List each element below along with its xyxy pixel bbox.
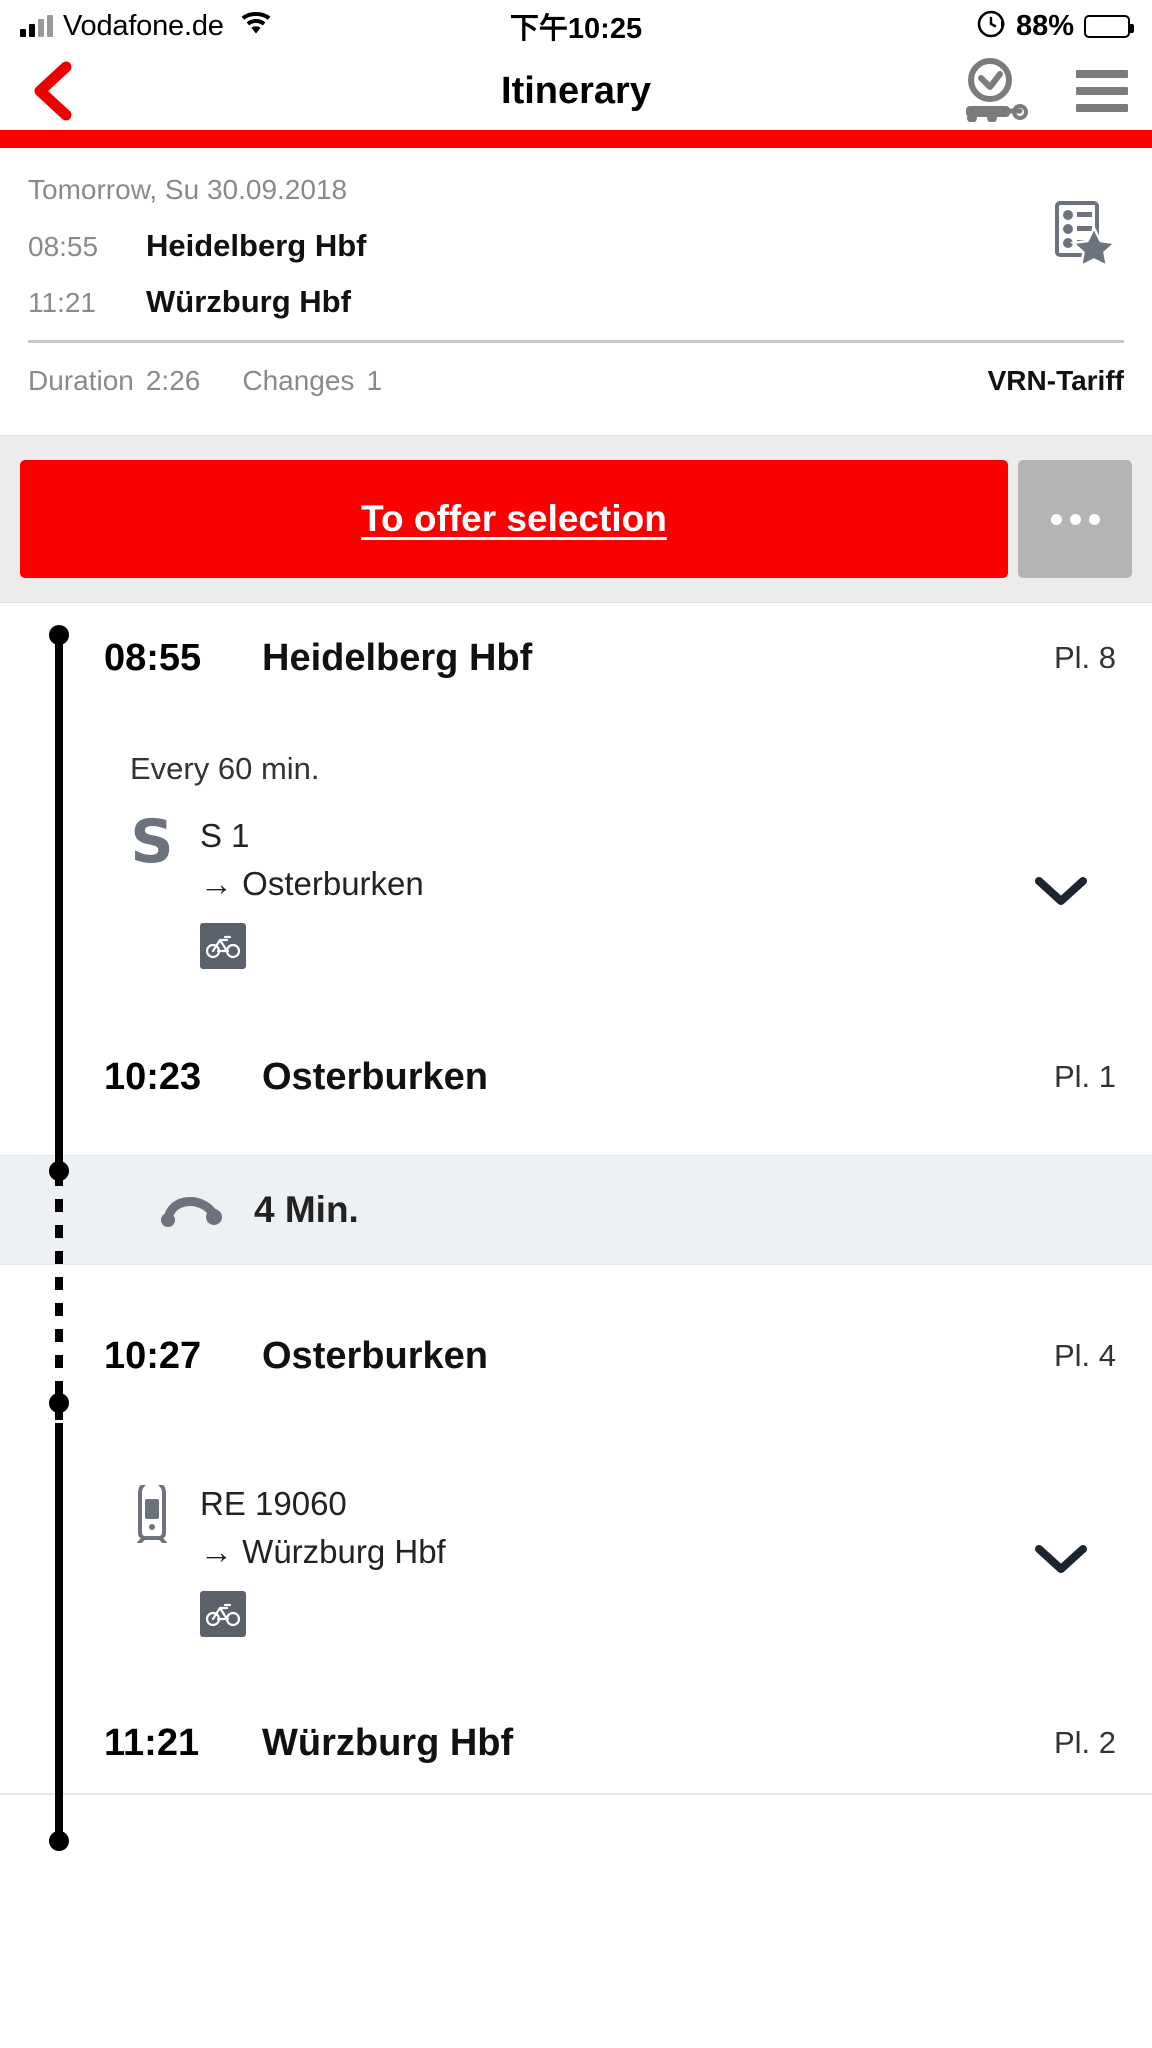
- leg-info: S 1 → Osterburken: [200, 813, 1006, 969]
- rotation-lock-icon: [976, 9, 1006, 44]
- timeline-node: [49, 1161, 69, 1181]
- bicycle-icon: [200, 923, 246, 969]
- stop-platform: Pl. 2: [1053, 1725, 1116, 1760]
- timeline-node: [49, 1831, 69, 1851]
- changes-label: Changes: [242, 365, 355, 396]
- stop-name: Osterburken: [262, 1055, 488, 1098]
- summary-departure-station: Heidelberg Hbf: [146, 228, 367, 263]
- battery-icon: [1084, 14, 1134, 38]
- timeline-stop-row[interactable]: 10:27 Osterburken Pl. 4: [0, 1303, 1152, 1409]
- summary-departure-time: 08:55: [28, 231, 99, 262]
- bicycle-icon: [200, 1591, 246, 1637]
- journey-leg: RE 19060 → Würzburg Hbf: [0, 1409, 1152, 1693]
- stop-platform: Pl. 8: [1053, 640, 1116, 675]
- stop-time: 08:55: [104, 636, 202, 679]
- to-offer-selection-button[interactable]: To offer selection: [20, 460, 1008, 578]
- brand-red-rule: [0, 130, 1152, 148]
- hamburger-menu-icon[interactable]: [1076, 70, 1128, 112]
- leg-destination: → Würzburg Hbf: [200, 1533, 446, 1570]
- timeline-stop-row[interactable]: 08:55 Heidelberg Hbf Pl. 8: [0, 603, 1152, 713]
- leg-frequency: Every 60 min.: [130, 751, 320, 786]
- chevron-down-icon: [1035, 877, 1087, 905]
- transfer-arc-icon: [160, 1188, 226, 1233]
- bottom-divider: [0, 1793, 1152, 1795]
- duration-value: 2:26: [145, 365, 201, 396]
- chevron-left-icon: [34, 61, 72, 121]
- itinerary-star-icon[interactable]: [1054, 200, 1118, 271]
- timeline-stop-row[interactable]: 10:23 Osterburken Pl. 1: [0, 1025, 1152, 1129]
- to-offer-selection-label: To offer selection: [361, 498, 667, 539]
- regional-train-icon: [104, 1481, 200, 1543]
- leg-destination: → Osterburken: [200, 865, 424, 902]
- stop-time: 11:21: [104, 1721, 200, 1764]
- back-button[interactable]: [30, 61, 90, 121]
- navigation-actions: [956, 56, 1128, 127]
- leg-attribute-badges: [200, 923, 1006, 969]
- transfer-row: 4 Min.: [0, 1155, 1152, 1265]
- timeline-stop-row[interactable]: 11:21 Würzburg Hbf Pl. 2: [0, 1693, 1152, 1793]
- status-bar: Vodafone.de 下午10:25 88%: [0, 0, 1152, 52]
- transfer-duration: 4 Min.: [254, 1189, 359, 1230]
- summary-arrival-station: Würzburg Hbf: [146, 284, 351, 319]
- duration-label: Duration: [28, 365, 134, 396]
- summary-arrival-row: 11:21 Würzburg Hbf: [28, 284, 1124, 320]
- action-bar: To offer selection: [0, 435, 1152, 603]
- carrier-label: Vodafone.de: [63, 9, 224, 42]
- stop-platform: Pl. 4: [1053, 1338, 1116, 1373]
- leg-info: RE 19060 → Würzburg Hbf: [200, 1481, 1006, 1637]
- chevron-down-icon: [1035, 1545, 1087, 1573]
- tariff-label: VRN-Tariff: [987, 365, 1124, 396]
- summary-arrival-time: 11:21: [28, 287, 96, 318]
- leg-detail-row[interactable]: S S 1 → Osterburken: [104, 807, 1116, 969]
- signal-bars-icon: [20, 15, 53, 37]
- leg-attribute-badges: [200, 1591, 1006, 1637]
- itinerary-summary-card: Tomorrow, Su 30.09.2018 08:55 Heidelberg…: [0, 148, 1152, 435]
- stop-time: 10:27: [104, 1334, 202, 1377]
- stop-platform: Pl. 1: [1053, 1059, 1116, 1094]
- stop-name: Heidelberg Hbf: [262, 636, 533, 679]
- leg-line-name: RE 19060: [200, 1485, 347, 1522]
- journey-leg: Every 60 min. S S 1 → Osterburken: [0, 713, 1152, 1025]
- stop-name: Osterburken: [262, 1334, 488, 1377]
- leg-expand-button[interactable]: [1006, 875, 1116, 907]
- itinerary-screen: Vodafone.de 下午10:25 88% Itinerary Tomorr…: [0, 0, 1152, 2048]
- battery-percent-label: 88%: [1015, 9, 1074, 42]
- leg-line-name: S 1: [200, 817, 250, 854]
- leg-expand-button[interactable]: [1006, 1543, 1116, 1575]
- stop-time: 10:23: [104, 1055, 202, 1098]
- stop-name: Würzburg Hbf: [262, 1721, 514, 1764]
- live-journey-clock-icon[interactable]: [956, 56, 1028, 127]
- timeline-node: [49, 625, 69, 645]
- wifi-icon: [240, 11, 272, 41]
- navigation-bar: Itinerary: [0, 52, 1152, 130]
- ellipsis-icon: [1050, 513, 1062, 525]
- status-bar-right: 88%: [976, 9, 1134, 44]
- summary-date: Tomorrow, Su 30.09.2018: [28, 174, 348, 205]
- summary-departure-row: 08:55 Heidelberg Hbf: [28, 228, 1124, 264]
- status-bar-left: Vodafone.de: [20, 10, 272, 43]
- more-options-button[interactable]: [1018, 460, 1132, 578]
- leg-detail-row[interactable]: RE 19060 → Würzburg Hbf: [104, 1481, 1116, 1637]
- changes-value: 1: [366, 365, 383, 396]
- summary-meta-row: Duration 2:26 Changes 1 VRN-Tariff: [28, 343, 1124, 435]
- s-bahn-icon: S: [130, 807, 174, 877]
- journey-timeline: 08:55 Heidelberg Hbf Pl. 8 Every 60 min.…: [0, 603, 1152, 1851]
